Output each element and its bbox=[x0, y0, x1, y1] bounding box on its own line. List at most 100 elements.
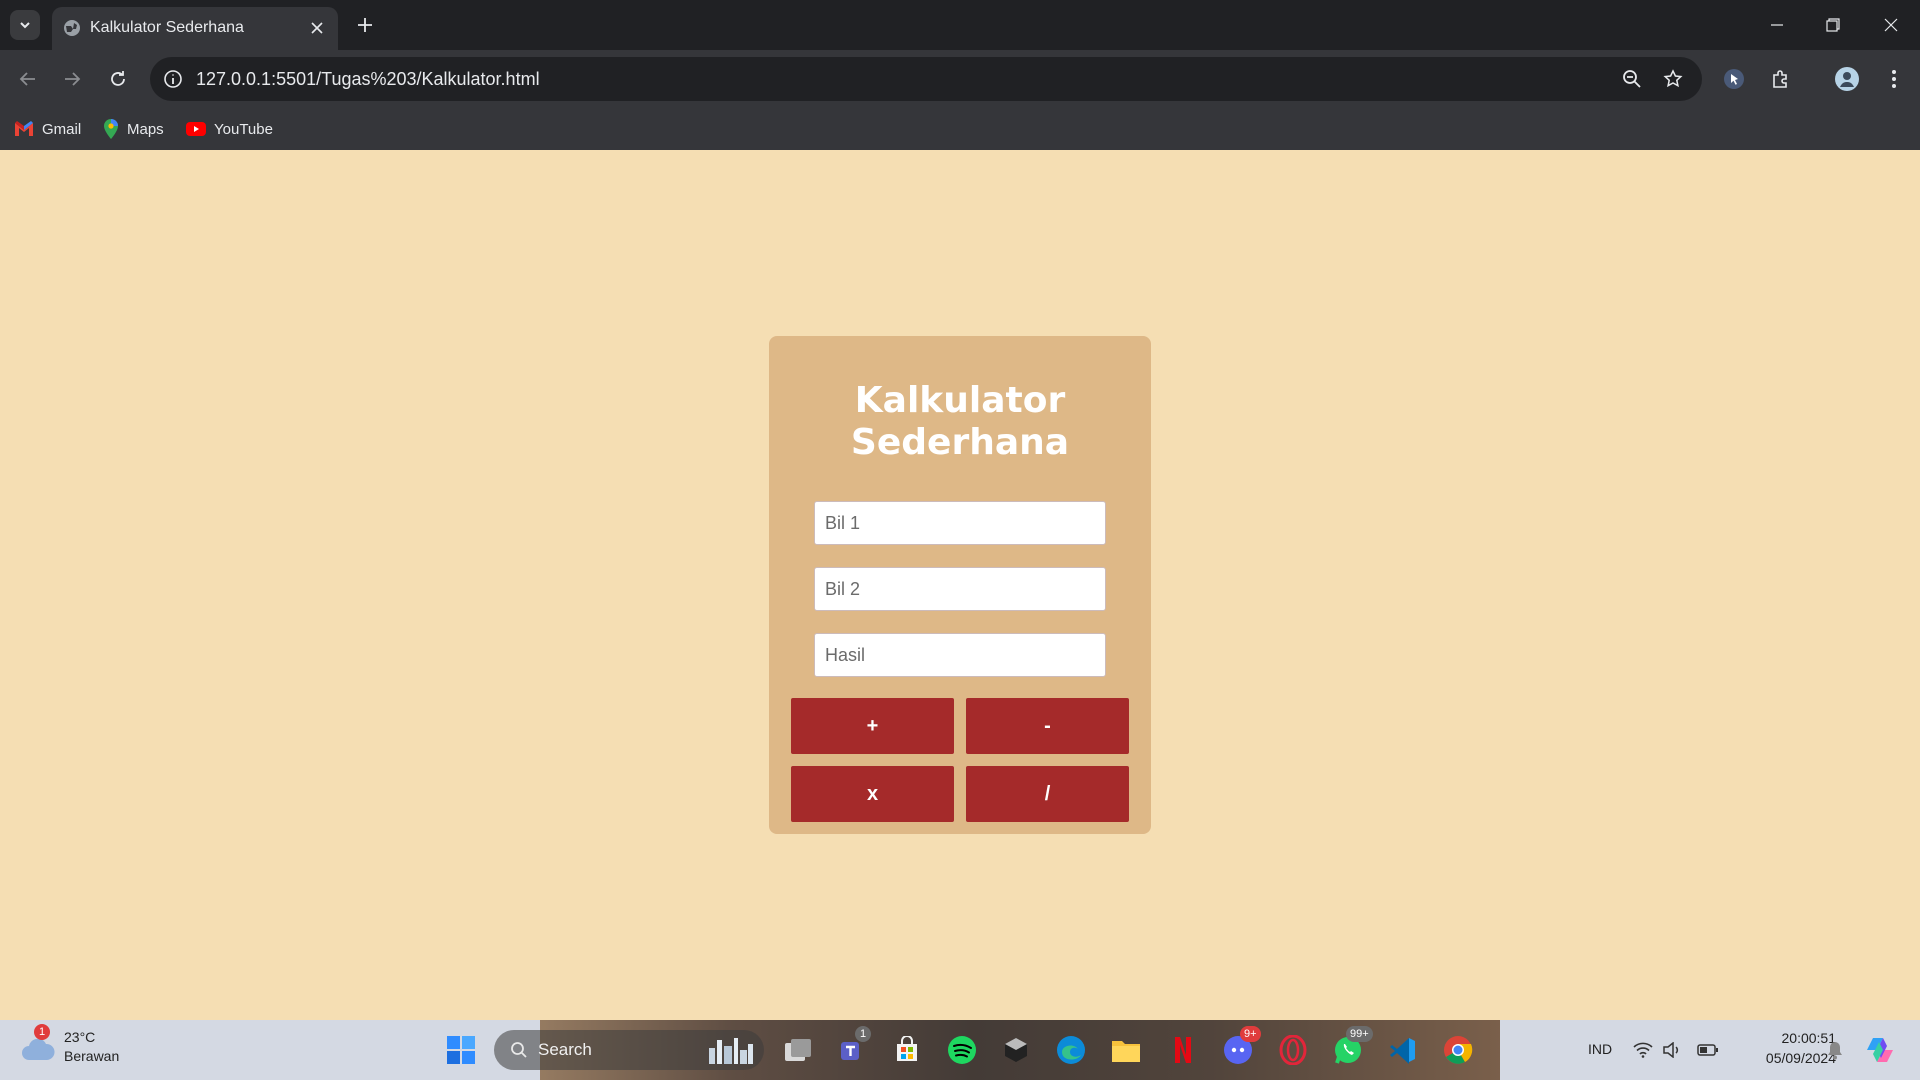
forward-button[interactable] bbox=[56, 63, 88, 95]
battery-icon bbox=[1697, 1044, 1718, 1056]
browser-tab-active[interactable]: Kalkulator Sederhana bbox=[52, 7, 338, 50]
bookmark-label: Gmail bbox=[42, 120, 82, 138]
site-info-icon[interactable] bbox=[162, 68, 184, 90]
notifications-button[interactable] bbox=[1822, 1032, 1848, 1068]
search-label: Search bbox=[538, 1040, 592, 1059]
browser-tab-bar: Kalkulator Sederhana bbox=[0, 0, 1920, 50]
search-highlight-image bbox=[706, 1032, 756, 1068]
globe-icon bbox=[64, 20, 80, 36]
calculator-card: Kalkulator Sederhana + - x / bbox=[769, 336, 1151, 834]
page-title: Kalkulator Sederhana bbox=[850, 380, 1070, 463]
plus-icon bbox=[358, 18, 372, 32]
taskbar-app-spotify[interactable] bbox=[944, 1032, 980, 1068]
arrow-right-icon bbox=[65, 72, 81, 86]
speaker-icon bbox=[1663, 1042, 1679, 1058]
taskbar-app-vscode[interactable] bbox=[1385, 1032, 1421, 1068]
unity-icon bbox=[1005, 1038, 1027, 1062]
store-icon bbox=[897, 1036, 917, 1061]
city-skyline-icon bbox=[709, 1038, 753, 1064]
minimize-icon bbox=[1771, 24, 1783, 26]
weather-temperature: 23°C bbox=[64, 1029, 96, 1045]
netflix-icon bbox=[1175, 1037, 1191, 1063]
minimize-button[interactable] bbox=[1762, 10, 1792, 40]
restore-icon bbox=[1826, 18, 1840, 32]
taskbar-app-unity[interactable] bbox=[998, 1032, 1034, 1068]
start-button[interactable] bbox=[443, 1032, 479, 1068]
weather-widget[interactable]: 1 23°C Berawan bbox=[20, 1024, 120, 1066]
taskbar-app-store[interactable] bbox=[889, 1032, 925, 1068]
arrow-left-icon bbox=[19, 72, 35, 86]
bookmark-maps[interactable]: Maps bbox=[103, 118, 164, 140]
tab-search-button[interactable] bbox=[10, 10, 40, 40]
weather-description: Berawan bbox=[64, 1048, 120, 1064]
wifi-icon bbox=[1633, 1042, 1653, 1058]
bookmarks-bar: Gmail Maps YouTube bbox=[0, 108, 1920, 148]
profile-button[interactable] bbox=[1831, 63, 1863, 95]
windows-taskbar: 1 23°C Berawan Search 1 9+ 99+ IND 20:00… bbox=[0, 1020, 1920, 1080]
task-view-button[interactable] bbox=[780, 1032, 816, 1068]
edge-icon bbox=[1057, 1036, 1085, 1064]
cursor-extension-icon bbox=[1724, 69, 1744, 89]
back-button[interactable] bbox=[12, 63, 44, 95]
taskbar-app-opera-gx[interactable] bbox=[1275, 1032, 1311, 1068]
taskbar-app-edge[interactable] bbox=[1053, 1032, 1089, 1068]
subtract-button[interactable]: - bbox=[966, 698, 1129, 754]
task-view-icon bbox=[785, 1039, 811, 1061]
number-2-input[interactable] bbox=[814, 567, 1106, 611]
page-viewport: Kalkulator Sederhana + - x / bbox=[0, 150, 1920, 1020]
copilot-icon bbox=[1867, 1038, 1893, 1062]
kebab-menu-icon bbox=[1892, 70, 1896, 88]
gmail-icon bbox=[15, 121, 33, 136]
zoom-button[interactable] bbox=[1620, 67, 1644, 91]
bookmark-label: Maps bbox=[127, 120, 164, 138]
chevron-down-icon bbox=[20, 22, 30, 29]
wifi-button[interactable] bbox=[1630, 1032, 1656, 1068]
bookmark-youtube[interactable]: YouTube bbox=[186, 118, 273, 140]
restore-button[interactable] bbox=[1818, 10, 1848, 40]
taskbar-app-discord[interactable]: 9+ bbox=[1220, 1026, 1261, 1068]
folder-icon bbox=[1112, 1041, 1140, 1062]
extensions-button[interactable] bbox=[1765, 63, 1797, 95]
battery-button[interactable] bbox=[1694, 1032, 1722, 1068]
close-icon bbox=[1884, 18, 1898, 32]
taskbar-app-teams[interactable]: 1 bbox=[835, 1026, 871, 1068]
browser-toolbar: 127.0.0.1:5501/Tugas%203/Kalkulator.html… bbox=[0, 50, 1920, 158]
address-bar[interactable]: 127.0.0.1:5501/Tugas%203/Kalkulator.html bbox=[150, 57, 1702, 101]
bookmark-label: YouTube bbox=[214, 120, 273, 138]
browser-menu-button[interactable] bbox=[1878, 63, 1910, 95]
reload-icon bbox=[111, 71, 125, 86]
chrome-icon bbox=[1444, 1036, 1473, 1064]
puzzle-icon bbox=[1773, 70, 1787, 88]
add-button[interactable]: + bbox=[791, 698, 954, 754]
whatsapp-badge: 99+ bbox=[1346, 1026, 1373, 1042]
search-icon bbox=[511, 1042, 527, 1058]
extension-pointer-button[interactable] bbox=[1718, 63, 1750, 95]
discord-badge: 9+ bbox=[1240, 1026, 1261, 1042]
close-tab-button[interactable] bbox=[306, 17, 328, 39]
taskbar-app-file-explorer[interactable] bbox=[1108, 1032, 1144, 1068]
zoom-icon bbox=[1623, 70, 1641, 88]
bookmark-gmail[interactable]: Gmail bbox=[14, 118, 81, 140]
result-input[interactable] bbox=[814, 633, 1106, 677]
avatar bbox=[1835, 67, 1859, 91]
language-indicator[interactable]: IND bbox=[1588, 1041, 1612, 1057]
new-tab-button[interactable] bbox=[352, 12, 378, 38]
windows-logo-icon bbox=[447, 1036, 475, 1064]
youtube-icon bbox=[186, 122, 206, 136]
spotify-icon bbox=[948, 1036, 976, 1064]
taskbar-app-whatsapp[interactable]: 99+ bbox=[1330, 1026, 1373, 1068]
reload-button[interactable] bbox=[102, 63, 134, 95]
url-text[interactable]: 127.0.0.1:5501/Tugas%203/Kalkulator.html bbox=[196, 69, 540, 90]
number-1-input[interactable] bbox=[814, 501, 1106, 545]
close-window-button[interactable] bbox=[1876, 10, 1906, 40]
copilot-button[interactable] bbox=[1862, 1032, 1898, 1068]
bookmark-star-button[interactable] bbox=[1661, 67, 1685, 91]
divide-button[interactable]: / bbox=[966, 766, 1129, 822]
close-icon bbox=[311, 22, 323, 34]
taskbar-app-chrome[interactable] bbox=[1440, 1032, 1476, 1068]
vscode-icon bbox=[1390, 1038, 1415, 1064]
taskbar-app-netflix[interactable] bbox=[1165, 1032, 1201, 1068]
multiply-button[interactable]: x bbox=[791, 766, 954, 822]
volume-button[interactable] bbox=[1659, 1032, 1685, 1068]
maps-icon bbox=[104, 119, 118, 139]
